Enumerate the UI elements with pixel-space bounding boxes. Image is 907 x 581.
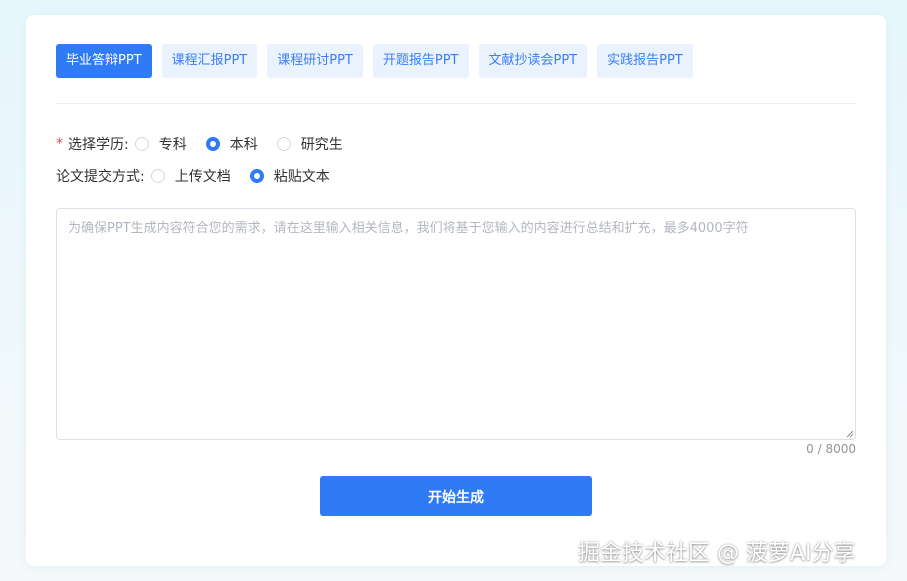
radio-paste-text-dot[interactable]: [249, 169, 264, 183]
radio-associate-label: 专科: [158, 137, 187, 153]
radio-upload-document-dot[interactable]: [150, 169, 165, 183]
tab-proposal-report[interactable]: 开题报告PPT: [372, 44, 469, 78]
radio-bachelor-dot[interactable]: [205, 137, 220, 151]
watermark: 掘金技术社区 @ 菠萝AI分享: [578, 541, 856, 566]
submission-label: 论文提交方式:: [56, 169, 145, 185]
tab-course-seminar[interactable]: 课程研讨PPT: [267, 44, 363, 78]
education-row: * 选择学历: 专科 本科 研究生: [56, 134, 362, 154]
ppt-generator-card: 毕业答辩PPT 课程汇报PPT 课程研讨PPT 开题报告PPT 文献抄读会PPT…: [26, 15, 886, 566]
radio-graduate-dot[interactable]: [276, 137, 291, 151]
required-mark: *: [56, 136, 63, 152]
radio-graduate[interactable]: 研究生: [276, 134, 343, 154]
content-textarea-container: [56, 208, 856, 440]
char-counter: 0 / 8000: [806, 442, 856, 456]
content-textarea[interactable]: [57, 209, 855, 439]
radio-paste-text-label: 粘贴文本: [273, 169, 330, 185]
tab-course-report[interactable]: 课程汇报PPT: [161, 44, 258, 78]
education-label: 选择学历:: [68, 137, 129, 153]
below-card-text-fragment: ​: [56, 573, 116, 581]
radio-associate[interactable]: 专科: [134, 134, 187, 154]
tab-practice-report[interactable]: 实践报告PPT: [597, 44, 693, 78]
radio-upload-document-label: 上传文档: [174, 169, 231, 185]
tabs-divider: [56, 103, 856, 104]
ppt-type-tabs: 毕业答辩PPT 课程汇报PPT 课程研讨PPT 开题报告PPT 文献抄读会PPT…: [56, 44, 693, 78]
radio-upload-document[interactable]: 上传文档: [150, 166, 231, 186]
radio-paste-text[interactable]: 粘贴文本: [249, 166, 330, 186]
radio-bachelor[interactable]: 本科: [205, 134, 258, 154]
radio-associate-dot[interactable]: [134, 137, 149, 151]
submission-row: 论文提交方式: 上传文档 粘贴文本: [56, 166, 349, 186]
generate-button[interactable]: 开始生成: [320, 476, 592, 516]
resize-handle-icon[interactable]: [846, 430, 854, 438]
radio-bachelor-label: 本科: [229, 137, 258, 153]
radio-graduate-label: 研究生: [300, 137, 343, 153]
tab-literature-reading[interactable]: 文献抄读会PPT: [478, 44, 588, 78]
tab-graduation-defense[interactable]: 毕业答辩PPT: [56, 44, 152, 78]
